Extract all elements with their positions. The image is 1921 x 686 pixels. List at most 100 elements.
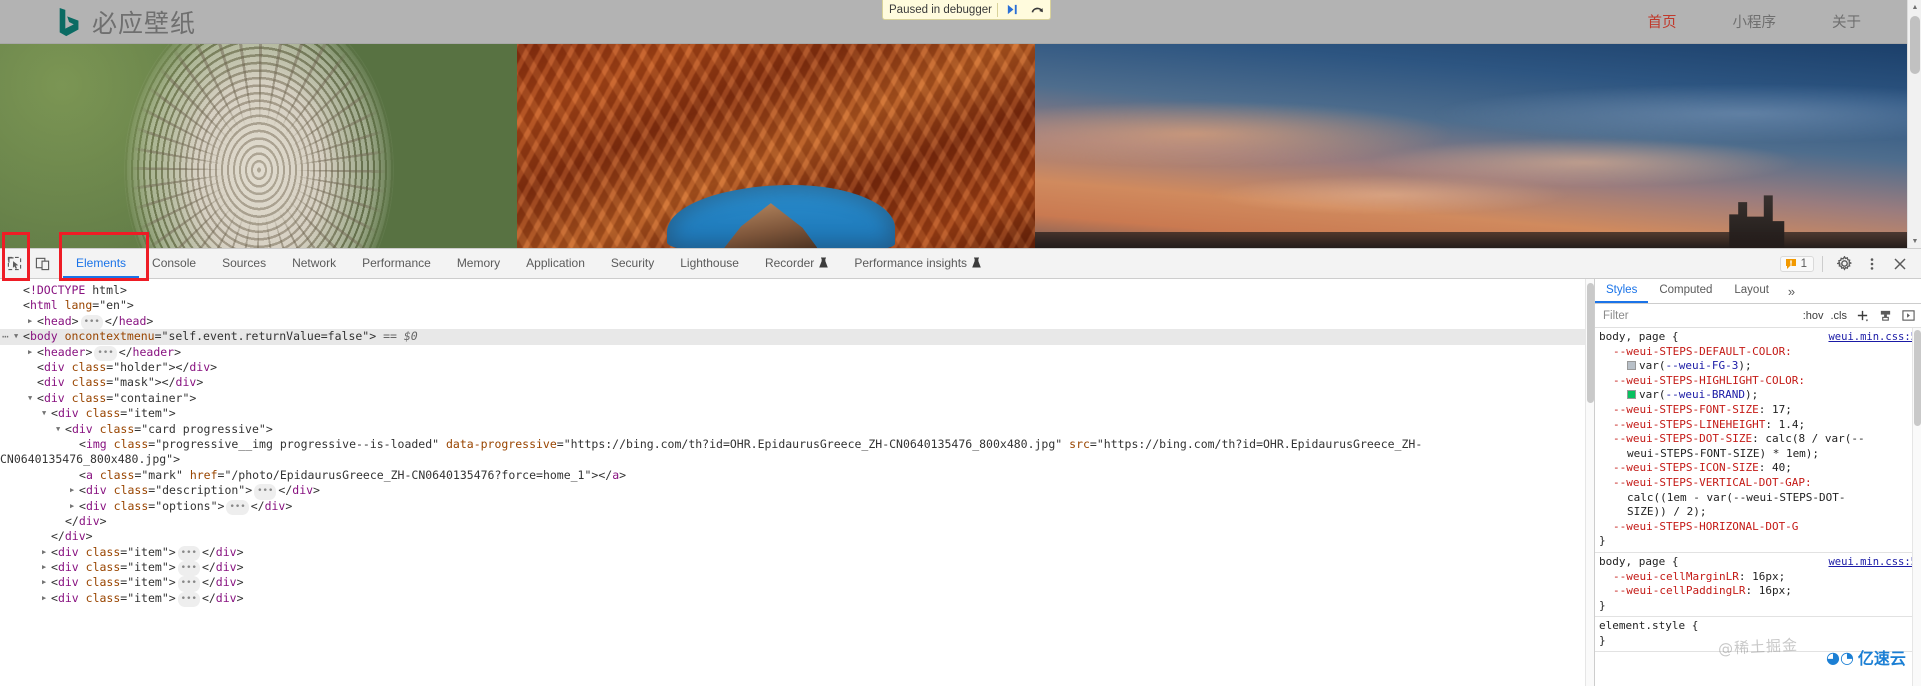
collapsed-children-icon[interactable]: •••	[226, 500, 248, 515]
declaration-value[interactable]: 1.4;	[1779, 418, 1806, 431]
style-declaration[interactable]: --weui-cellMarginLR: 16px;	[1599, 570, 1917, 585]
tab-application[interactable]: Application	[513, 249, 598, 278]
declaration-property[interactable]: --weui-STEPS-DEFAULT-COLOR:	[1613, 345, 1792, 358]
dom-tree-line[interactable]: ⋯<body oncontextmenu="self.event.returnV…	[0, 329, 1594, 344]
tab-performance-insights[interactable]: Performance insights	[841, 249, 994, 278]
declaration-value[interactable]: 40;	[1772, 461, 1792, 474]
declaration-value[interactable]: calc(8 / var(--	[1765, 432, 1864, 445]
style-declaration[interactable]: SIZE)) / 2);	[1599, 505, 1917, 520]
tab-recorder[interactable]: Recorder	[752, 249, 841, 278]
dom-scroll-thumb[interactable]	[1587, 283, 1594, 403]
disclosure-triangle-icon[interactable]	[14, 329, 23, 344]
node-menu-icon[interactable]: ⋯	[2, 329, 9, 344]
warning-badge[interactable]: 1	[1780, 256, 1814, 272]
collapsed-children-icon[interactable]: •••	[254, 484, 276, 499]
dom-tree-line[interactable]: <header>•••</header>	[0, 345, 1594, 360]
declaration-property[interactable]: --weui-STEPS-VERTICAL-DOT-GAP:	[1613, 476, 1812, 489]
tab-computed[interactable]: Computed	[1648, 279, 1723, 303]
disclosure-triangle-icon[interactable]	[70, 499, 79, 514]
rule-source-link[interactable]: weui.min.css:5	[1828, 330, 1917, 345]
dom-tree-line[interactable]: <div class="item">•••</div>	[0, 591, 1594, 606]
disclosure-triangle-icon[interactable]	[42, 406, 51, 421]
dom-tree-line[interactable]: </div>	[0, 529, 1594, 544]
color-swatch[interactable]	[1627, 390, 1636, 399]
dom-tree-line[interactable]: <div class="item">	[0, 406, 1594, 421]
site-brand[interactable]: 必应壁纸	[57, 4, 196, 40]
dom-tree-line[interactable]: <img class="progressive__img progressive…	[0, 437, 1594, 468]
style-declaration[interactable]: --weui-STEPS-DEFAULT-COLOR:	[1599, 345, 1917, 360]
dom-tree-line[interactable]: <div class="item">•••</div>	[0, 575, 1594, 590]
dom-tree-line[interactable]: <head>•••</head>	[0, 314, 1594, 329]
style-rule[interactable]: body, page { weui.min.css:5--weui-cellMar…	[1595, 553, 1921, 617]
dom-tree-line[interactable]: <!DOCTYPE html>	[0, 283, 1594, 298]
collapsed-children-icon[interactable]: •••	[94, 346, 116, 361]
declaration-property[interactable]: --weui-STEPS-DOT-SIZE	[1613, 432, 1752, 445]
declaration-property[interactable]: --weui-STEPS-ICON-SIZE	[1613, 461, 1759, 474]
style-declaration[interactable]: --weui-STEPS-DOT-SIZE: calc(8 / var(--	[1599, 432, 1917, 447]
card-castle-dusk[interactable]	[1035, 44, 1921, 248]
style-rule[interactable]: body, page {weui.min.css:5--weui-STEPS-D…	[1595, 328, 1921, 553]
declaration-value[interactable]: weui-STEPS-FONT-SIZE) * 1em);	[1627, 447, 1819, 460]
page-scroll-thumb[interactable]	[1910, 16, 1920, 74]
collapsed-children-icon[interactable]: •••	[178, 546, 200, 561]
disclosure-triangle-icon[interactable]	[70, 483, 79, 498]
card-epidaurus-greece[interactable]	[0, 44, 517, 248]
style-declaration[interactable]: --weui-STEPS-LINEHEIGHT: 1.4;	[1599, 418, 1917, 433]
declaration-property[interactable]: --weui-STEPS-LINEHEIGHT	[1613, 418, 1765, 431]
declaration-property[interactable]: --weui-STEPS-HIGHLIGHT-COLOR:	[1613, 374, 1805, 387]
tab-elements[interactable]: Elements	[63, 249, 139, 278]
declaration-value[interactable]: SIZE)) / 2);	[1627, 505, 1706, 518]
styles-scrollbar[interactable]	[1912, 328, 1921, 686]
resume-script-icon[interactable]	[1003, 1, 1023, 19]
rule-selector[interactable]: body, page {	[1599, 555, 1678, 570]
inspect-element-icon[interactable]	[0, 249, 28, 278]
style-declaration[interactable]: --weui-STEPS-ICON-SIZE: 40;	[1599, 461, 1917, 476]
tab-console[interactable]: Console	[139, 249, 209, 278]
dom-tree-line[interactable]: <div class="item">•••</div>	[0, 560, 1594, 575]
style-declaration[interactable]: var(--weui-FG-3);	[1599, 359, 1917, 374]
rule-selector[interactable]: element.style {	[1599, 619, 1698, 634]
disclosure-triangle-icon[interactable]	[28, 345, 37, 360]
tab-layout[interactable]: Layout	[1723, 279, 1780, 303]
card-antelope-canyon[interactable]	[517, 44, 1035, 248]
nav-item-home[interactable]: 首页	[1648, 11, 1677, 32]
dom-tree-pane[interactable]: <!DOCTYPE html><html lang="en"><head>•••…	[0, 279, 1595, 686]
rule-source-link[interactable]: weui.min.css:5	[1828, 555, 1917, 570]
scroll-up-arrow-icon[interactable]: ▲	[1908, 0, 1921, 14]
dom-tree-line[interactable]: <div class="options">•••</div>	[0, 499, 1594, 514]
collapsed-children-icon[interactable]: •••	[178, 592, 200, 607]
scroll-down-arrow-icon[interactable]: ▼	[1908, 234, 1921, 248]
collapsed-children-icon[interactable]: •••	[178, 576, 200, 591]
device-toolbar-icon[interactable]	[28, 249, 56, 278]
declaration-value[interactable]: 16px;	[1759, 584, 1792, 597]
tab-performance[interactable]: Performance	[349, 249, 444, 278]
collapsed-children-icon[interactable]: •••	[81, 315, 103, 330]
close-icon[interactable]	[1887, 252, 1913, 276]
declaration-value[interactable]: calc((1em - var(--weui-STEPS-DOT-	[1627, 491, 1846, 504]
page-scrollbar[interactable]: ▲ ▼	[1907, 0, 1921, 248]
dom-tree-line[interactable]: <div class="description">•••</div>	[0, 483, 1594, 498]
disclosure-triangle-icon[interactable]	[28, 391, 37, 406]
cls-toggle[interactable]: .cls	[1831, 310, 1848, 322]
style-rule[interactable]: element.style {}	[1595, 617, 1921, 652]
declaration-property[interactable]: --weui-STEPS-HORIZONAL-DOT-G	[1613, 520, 1798, 533]
declaration-value[interactable]: var(--weui-BRAND);	[1639, 388, 1758, 401]
declaration-property[interactable]: --weui-cellPaddingLR	[1613, 584, 1745, 597]
dom-tree-line[interactable]: <html lang="en">	[0, 298, 1594, 313]
dom-tree-line[interactable]: <div class="mask"></div>	[0, 375, 1594, 390]
disclosure-triangle-icon[interactable]	[28, 314, 37, 329]
disclosure-triangle-icon[interactable]	[42, 545, 51, 560]
dom-tree-line[interactable]: <div class="item">•••</div>	[0, 545, 1594, 560]
style-declaration[interactable]: weui-STEPS-FONT-SIZE) * 1em);	[1599, 447, 1917, 462]
style-declaration[interactable]: --weui-STEPS-HIGHLIGHT-COLOR:	[1599, 374, 1917, 389]
dom-tree-line[interactable]: <div class="holder"></div>	[0, 360, 1594, 375]
disclosure-triangle-icon[interactable]	[42, 591, 51, 606]
declaration-value[interactable]: 17;	[1772, 403, 1792, 416]
dom-tree-line[interactable]: <div class="card progressive">	[0, 422, 1594, 437]
tab-lighthouse[interactable]: Lighthouse	[667, 249, 752, 278]
step-over-icon[interactable]	[1028, 1, 1048, 19]
dom-tree-line[interactable]: </div>	[0, 514, 1594, 529]
declaration-value[interactable]: var(--weui-FG-3);	[1639, 359, 1752, 372]
styles-filter-input[interactable]	[1600, 307, 1796, 324]
collapsed-children-icon[interactable]: •••	[178, 561, 200, 576]
